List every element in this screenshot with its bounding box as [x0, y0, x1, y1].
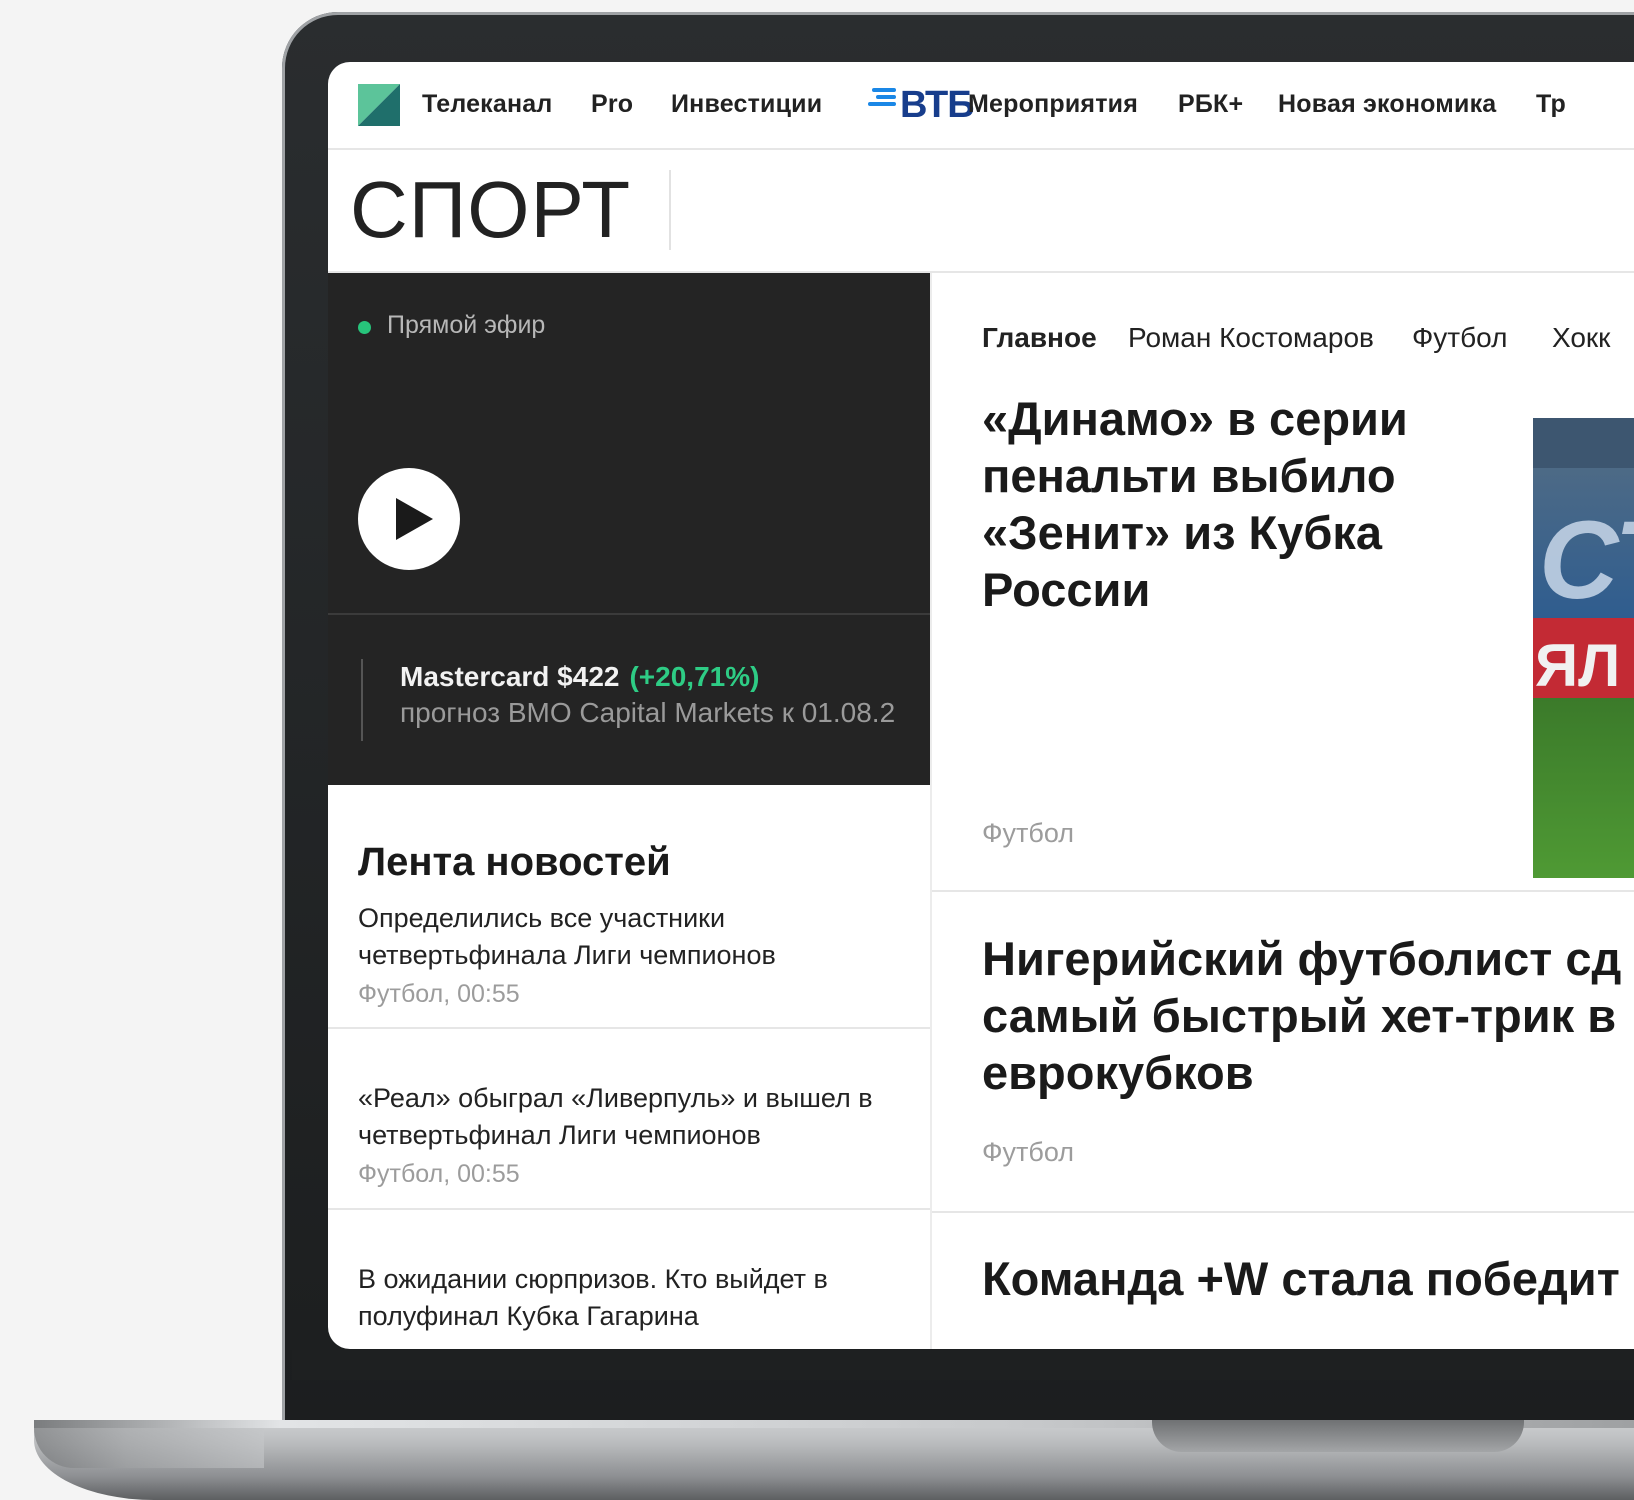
play-icon: [396, 498, 433, 540]
story-divider: [932, 890, 1634, 892]
tab-hockey[interactable]: Хокк: [1552, 322, 1610, 354]
story-photo[interactable]: СТ ЯЛ: [1533, 418, 1634, 878]
ticker-change: (+20,71%): [629, 661, 760, 692]
rbc-logo-icon[interactable]: [358, 84, 400, 126]
live-indicator-icon: [358, 321, 371, 334]
feed-item-title[interactable]: Определились все участники четвертьфинал…: [358, 900, 898, 974]
nav-item-pro[interactable]: Pro: [591, 90, 633, 119]
nav-item-new-economy[interactable]: Новая экономика: [1278, 90, 1496, 119]
ticker-main[interactable]: Mastercard $422 (+20,71%): [400, 661, 759, 693]
story-divider: [932, 1211, 1634, 1213]
story-category[interactable]: Футбол: [982, 1137, 1074, 1168]
feed-item-meta: Футбол, 00:55: [358, 1160, 520, 1188]
feed-item-meta: Футбол, 00:55: [358, 980, 520, 1008]
nav-item-events[interactable]: Мероприятия: [968, 90, 1138, 119]
vtb-logo[interactable]: ВТБ: [868, 82, 975, 128]
nav-item-rbc-plus[interactable]: РБК+: [1178, 90, 1243, 119]
feed-item-title[interactable]: В ожидании сюрпризов. Кто выйдет в полуф…: [358, 1261, 898, 1335]
live-label[interactable]: Прямой эфир: [387, 311, 545, 340]
tab-kostomarov[interactable]: Роман Костомаров: [1128, 322, 1374, 354]
story-title[interactable]: Нигерийский футболист сд самый быстрый х…: [982, 930, 1634, 1101]
section-divider: [669, 170, 671, 250]
play-button[interactable]: [358, 468, 460, 570]
nav-item-tv[interactable]: Телеканал: [422, 90, 553, 119]
vtb-logo-text: ВТБ: [900, 83, 975, 126]
nav-item-investments[interactable]: Инвестиции: [671, 90, 822, 119]
vtb-lines-icon: [868, 88, 896, 110]
story-title[interactable]: «Динамо» в серии пенальти выбило «Зенит»…: [982, 390, 1452, 618]
laptop-notch: [1152, 1420, 1524, 1452]
feed-divider: [328, 1208, 930, 1210]
live-divider: [328, 613, 930, 615]
stadium-photo: СТ ЯЛ: [1533, 418, 1634, 878]
svg-text:СТ: СТ: [1539, 499, 1634, 622]
top-nav: Телеканал Pro Инвестиции ВТБ Мероприятия…: [328, 62, 1634, 150]
story-category[interactable]: Футбол: [982, 818, 1074, 849]
tab-main[interactable]: Главное: [982, 322, 1097, 354]
svg-text:ЯЛ: ЯЛ: [1535, 632, 1620, 699]
laptop-bezel: [292, 1350, 1634, 1380]
ticker-bar: [361, 659, 363, 741]
laptop-base-shine: [34, 1428, 264, 1468]
ticker-forecast: прогноз BMO Capital Markets к 01.08.2: [400, 697, 896, 728]
feed-title: Лента новостей: [358, 840, 671, 884]
feed-divider: [328, 1027, 930, 1029]
tab-football[interactable]: Футбол: [1412, 322, 1507, 354]
column-divider: [930, 273, 932, 1349]
live-broadcast-panel: Прямой эфир Mastercard $422 (+20,71%) про…: [328, 273, 930, 785]
story-title[interactable]: Команда +W стала победит: [982, 1250, 1634, 1307]
feed-item-title[interactable]: «Реал» обыграл «Ливерпуль» и вышел в чет…: [358, 1080, 898, 1154]
ticker-name: Mastercard $422: [400, 661, 620, 692]
section-title[interactable]: СПОРТ: [350, 164, 631, 256]
nav-item-truncated[interactable]: Тр: [1536, 90, 1566, 119]
browser-screen: Телеканал Pro Инвестиции ВТБ Мероприятия…: [328, 62, 1634, 1349]
